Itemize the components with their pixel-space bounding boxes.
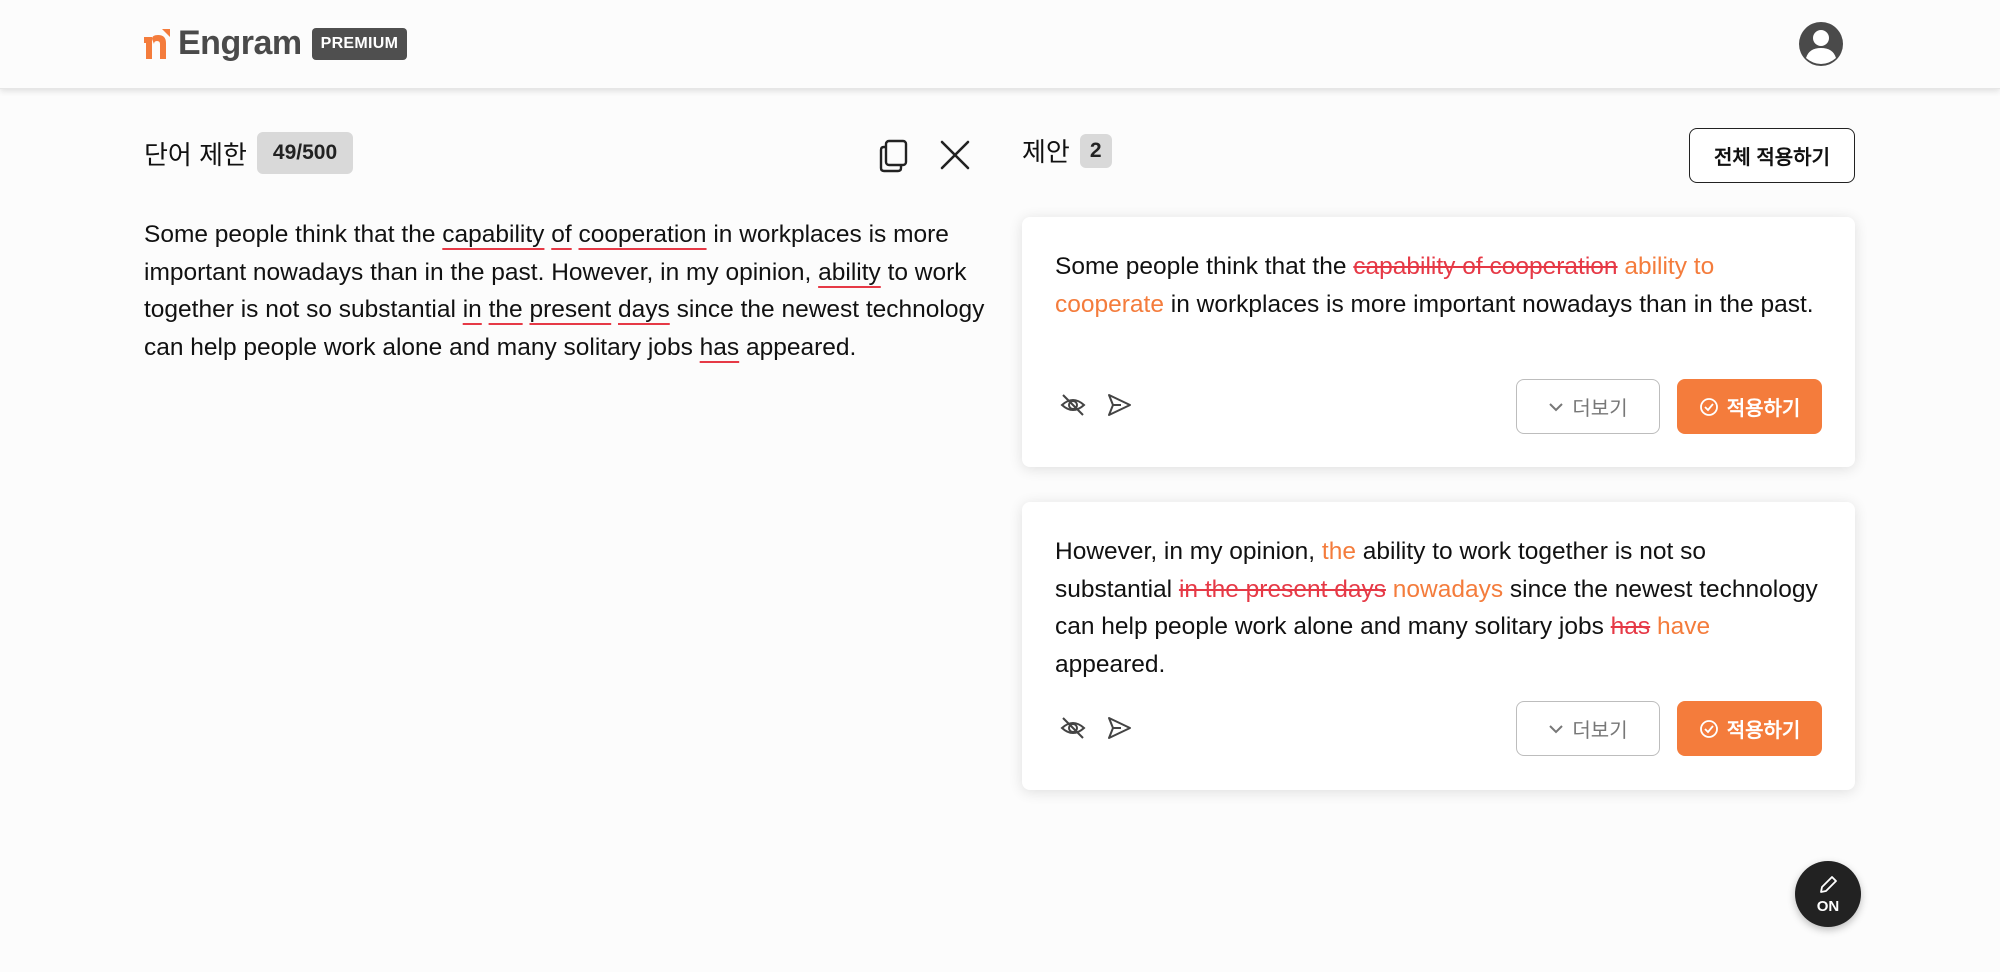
text-segment — [611, 296, 618, 323]
hide-eye-icon[interactable] — [1059, 714, 1087, 742]
text-segment: Some people think that the — [144, 221, 443, 248]
suggestion-card: However, in my opinion, the ability to w… — [1022, 502, 1855, 790]
flagged-word[interactable]: days — [618, 296, 670, 323]
word-count-badge: 49/500 — [256, 132, 354, 174]
flagged-word[interactable]: the — [489, 296, 523, 323]
flagged-word[interactable]: capability — [442, 221, 544, 248]
more-button[interactable]: 더보기 — [1516, 701, 1660, 756]
close-icon[interactable] — [940, 140, 970, 170]
flagged-word[interactable]: present — [529, 296, 611, 323]
suggestion-text: Some people think that the capability of… — [1055, 248, 1825, 323]
text-segment — [572, 221, 579, 248]
user-avatar-icon[interactable] — [1798, 21, 1844, 67]
check-circle-icon — [1699, 397, 1718, 416]
text-segment: in workplaces is more important nowadays… — [1163, 290, 1814, 318]
editor-toggle-button[interactable]: ON — [1795, 861, 1861, 927]
send-icon[interactable] — [1105, 391, 1133, 419]
apply-button[interactable]: 적용하기 — [1677, 379, 1822, 434]
text-segment: However, in my opinion, — [1055, 538, 1322, 565]
text-segment — [1650, 613, 1657, 640]
deleted-text: has — [1610, 613, 1651, 640]
text-segment: Some people think that the — [1055, 253, 1354, 280]
essay-editor[interactable]: Some people think that the capability of… — [144, 216, 989, 366]
check-circle-icon — [1699, 719, 1718, 738]
word-limit-label: 단어 제한 — [144, 139, 247, 170]
text-segment: appeared. — [739, 333, 857, 361]
word-limit: 단어 제한 49/500 — [144, 132, 354, 174]
flagged-word[interactable]: cooperation — [579, 221, 707, 248]
apply-label: 적용하기 — [1726, 398, 1801, 420]
deleted-text: in the present days — [1178, 575, 1386, 603]
flagged-word[interactable]: in — [463, 296, 482, 323]
more-button[interactable]: 더보기 — [1516, 379, 1660, 434]
toggle-label: ON — [1816, 897, 1840, 915]
brand-logo[interactable]: Engram PREMIUM — [144, 24, 408, 63]
text-segment — [482, 296, 489, 323]
inserted-text: nowadays — [1392, 575, 1504, 603]
brand-name: Engram — [178, 24, 302, 62]
chevron-down-icon — [1549, 724, 1564, 733]
inserted-text: have — [1657, 613, 1711, 640]
apply-button[interactable]: 적용하기 — [1677, 701, 1822, 756]
top-header: Engram PREMIUM — [0, 0, 2000, 89]
flagged-word[interactable]: has — [700, 334, 740, 361]
engram-logo-icon — [144, 28, 170, 59]
text-segment: appeared. — [1055, 650, 1166, 678]
chevron-down-icon — [1549, 402, 1564, 411]
apply-all-button[interactable]: 전체 적용하기 — [1689, 128, 1855, 183]
more-label: 더보기 — [1572, 398, 1628, 420]
suggestions-header: 제안 2 — [1022, 132, 1112, 169]
premium-badge: PREMIUM — [311, 27, 408, 60]
more-label: 더보기 — [1572, 720, 1628, 742]
flagged-word[interactable]: ability — [818, 259, 881, 286]
suggestions-count-badge: 2 — [1079, 133, 1112, 168]
flagged-word[interactable]: of — [551, 221, 571, 248]
suggestion-text: However, in my opinion, the ability to w… — [1055, 533, 1825, 683]
hide-eye-icon[interactable] — [1059, 391, 1087, 419]
send-icon[interactable] — [1105, 714, 1133, 742]
text-segment — [1386, 576, 1393, 603]
pencil-icon — [1820, 875, 1837, 893]
deleted-text: capability of cooperation — [1353, 253, 1618, 280]
suggestion-card: Some people think that the capability of… — [1022, 217, 1855, 467]
inserted-text: the — [1321, 538, 1356, 565]
apply-label: 적용하기 — [1726, 720, 1801, 742]
copy-icon[interactable] — [879, 139, 909, 173]
suggestions-label: 제안 — [1022, 137, 1070, 167]
